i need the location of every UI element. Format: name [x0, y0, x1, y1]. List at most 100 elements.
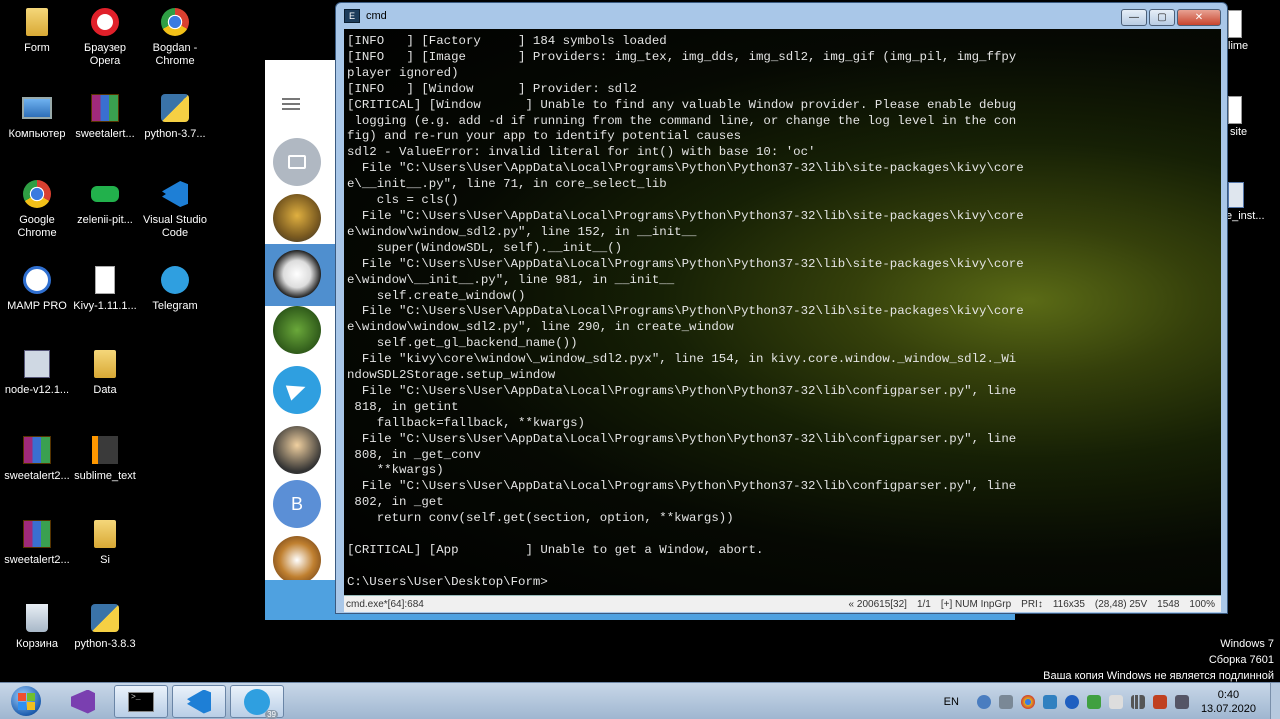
network-signal-icon[interactable] — [1130, 694, 1145, 709]
desktop-icon[interactable]: MAMP PRO — [0, 260, 74, 340]
maximize-button[interactable]: ▢ — [1149, 9, 1175, 26]
chat-avatar-5[interactable] — [273, 536, 321, 584]
chat-avatar-1[interactable] — [273, 194, 321, 242]
status-segment[interactable]: 1548 — [1157, 599, 1179, 610]
taskbar-cmd[interactable]: >_ — [114, 685, 168, 718]
taskbar-vscode[interactable] — [172, 685, 226, 718]
desktop-right-icon-3[interactable]: e_inst... — [1226, 180, 1280, 230]
watermark-line-1: Windows 7 — [1220, 638, 1274, 650]
taskbar-telegram[interactable]: 39 — [230, 685, 284, 719]
desktop-icon[interactable]: python-3.7... — [138, 88, 212, 168]
minimize-button[interactable]: — — [1121, 9, 1147, 26]
desktop-icon-label: MAMP PRO — [7, 300, 67, 312]
telegram-icon: 39 — [244, 688, 278, 719]
activation-watermark: Windows 7 Сборка 7601 Ваша копия Windows… — [1043, 636, 1274, 684]
desktop-icon[interactable]: sublime_text — [68, 430, 142, 510]
desktop-icon[interactable]: Корзина — [0, 598, 74, 678]
status-segment[interactable]: (28,48) 25V — [1095, 599, 1147, 610]
desktop-icon[interactable]: Браузер Opera — [68, 2, 142, 82]
desktop-icon-label: Браузер Opera — [84, 42, 126, 67]
tray-settings-icon[interactable] — [998, 694, 1013, 709]
clock-time: 0:40 — [1217, 688, 1240, 701]
telegram-unread-badge: 39 — [265, 709, 278, 719]
status-segment[interactable]: 1/1 — [917, 599, 931, 610]
tray-app-icon[interactable] — [976, 694, 991, 709]
tray-show-hidden-icon[interactable] — [1108, 694, 1123, 709]
status-process: cmd.exe*[64]:684 — [346, 598, 424, 610]
chat-avatar-4[interactable] — [273, 426, 321, 474]
chat-avatar-2[interactable] — [273, 250, 321, 298]
volume-icon[interactable] — [1174, 694, 1189, 709]
desktop-icon[interactable]: Компьютер — [0, 88, 74, 168]
hamburger-icon[interactable] — [282, 98, 300, 110]
desktop-right-icon-1[interactable]: lime — [1226, 8, 1280, 58]
sublime-icon — [89, 434, 121, 466]
avatar-letter: B — [290, 493, 303, 514]
chat-avatar-letter[interactable]: B — [273, 480, 321, 528]
taskbar: >_ 39 EN 0:40 13.07.2020 — [0, 682, 1280, 719]
tray-sync-icon[interactable] — [1086, 694, 1101, 709]
desktop-icon[interactable]: python-3.8.3 — [68, 598, 142, 678]
console-area[interactable]: [INFO ] [Factory ] 184 symbols loaded [I… — [344, 29, 1221, 595]
desktop-icon[interactable]: Visual Studio Code — [138, 174, 212, 254]
desktop-icon-label: zelenii-pit... — [77, 214, 133, 226]
status-segment[interactable]: PRI↕ — [1021, 599, 1043, 610]
status-bar: cmd.exe*[64]:684 « 200615[32] 1/1 [+] NU… — [344, 595, 1221, 612]
cmd-titlebar[interactable]: E cmd — [336, 3, 1227, 29]
bluetooth-icon[interactable] — [1064, 694, 1079, 709]
clock-date: 13.07.2020 — [1200, 702, 1256, 715]
telegram-channel-avatar[interactable] — [273, 366, 321, 414]
status-segment[interactable]: [+] NUM InpGrp — [941, 599, 1011, 610]
start-button[interactable] — [4, 684, 48, 718]
mamp-icon — [21, 264, 53, 296]
desktop-icon[interactable]: Kivy-1.11.1... — [68, 260, 142, 340]
vscode-icon — [187, 689, 211, 714]
desktop-icon[interactable]: Si — [68, 514, 142, 594]
watermark-line-2: Сборка 7601 — [1208, 654, 1274, 666]
close-button[interactable]: ✕ — [1177, 9, 1221, 26]
chrome-icon — [159, 6, 191, 38]
cmd-window[interactable]: E cmd — ▢ ✕ [INFO ] [Factory ] 184 symbo… — [335, 2, 1228, 614]
archive-chat[interactable] — [273, 138, 321, 186]
desktop-icon[interactable]: Google Chrome — [0, 174, 74, 254]
winrar-icon — [89, 92, 121, 124]
desktop-icon-label: sweetalert2... — [4, 554, 70, 566]
desktop-icon-label: sublime_text — [74, 470, 136, 482]
desktop-icon[interactable]: zelenii-pit... — [68, 174, 142, 254]
chat-avatar-3[interactable] — [273, 306, 321, 354]
taskbar-visual-studio[interactable] — [56, 685, 110, 718]
winrar-icon — [21, 518, 53, 550]
desktop-icon[interactable]: node-v12.1... — [0, 344, 74, 424]
conemu-icon: E — [344, 9, 360, 23]
desktop-icon[interactable]: Data — [68, 344, 142, 424]
desktop-icon[interactable]: sweetalert2... — [0, 514, 74, 594]
telegram-icon — [159, 264, 191, 296]
winrar-icon — [21, 434, 53, 466]
desktop-icon-label: Google Chrome — [17, 214, 57, 239]
cmd-icon: >_ — [128, 691, 154, 712]
status-segment[interactable]: 116x35 — [1053, 599, 1085, 610]
desktop-icon[interactable]: sweetalert2... — [0, 430, 74, 510]
show-desktop-button[interactable] — [1270, 683, 1280, 719]
folder-icon — [89, 348, 121, 380]
telegram-sidebar: B — [265, 60, 337, 620]
desktop-right-icon-2[interactable]: site — [1226, 94, 1280, 144]
image-icon — [89, 178, 121, 210]
status-segment[interactable]: 100% — [1189, 599, 1215, 610]
tray-chrome-icon[interactable] — [1020, 694, 1035, 709]
file-icon — [1228, 10, 1242, 38]
status-segment[interactable]: « 200615[32] — [849, 599, 907, 610]
tray-update-icon[interactable] — [1042, 694, 1057, 709]
desktop-icon-label: python-3.8.3 — [74, 638, 136, 650]
visual-studio-icon — [71, 689, 95, 714]
desktop-icon[interactable]: Bogdan - Chrome — [138, 2, 212, 82]
language-indicator[interactable]: EN — [944, 696, 959, 708]
clock[interactable]: 0:40 13.07.2020 — [1201, 688, 1256, 716]
desktop-icon[interactable]: sweetalert... — [68, 88, 142, 168]
desktop-icon[interactable]: Telegram — [138, 260, 212, 340]
desktop-icon-label: Компьютер — [8, 128, 66, 140]
desktop-icon-label: python-3.7... — [144, 128, 206, 140]
action-center-flag-icon[interactable] — [1152, 694, 1167, 709]
system-tray: EN 0:40 13.07.2020 — [944, 683, 1280, 719]
desktop-icon[interactable]: Form — [0, 2, 74, 82]
